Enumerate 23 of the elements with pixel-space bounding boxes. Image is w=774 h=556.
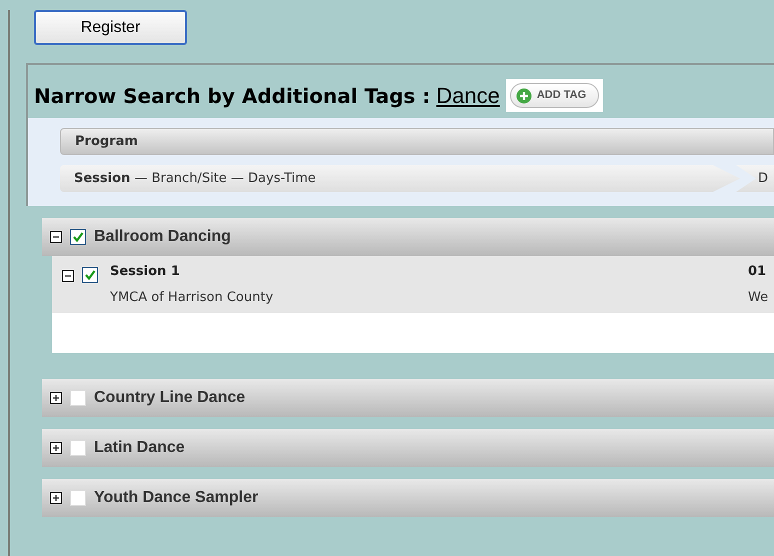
program-name: Ballroom Dancing [94, 227, 231, 247]
expand-icon[interactable] [50, 392, 62, 404]
register-button[interactable]: Register [34, 10, 187, 45]
add-tag-button[interactable]: ADD TAG [510, 83, 600, 108]
program-name: Country Line Dance [94, 388, 246, 408]
site-name: YMCA of Harrison County [110, 288, 274, 306]
breadcrumb-text: Session — Branch/Site — Days-Time [74, 170, 316, 188]
breadcrumb-step: D [736, 165, 774, 192]
plus-icon [516, 88, 532, 104]
program-name: Latin Dance [94, 438, 185, 458]
session-name: Session 1 [110, 263, 181, 281]
tag-link[interactable]: Dance [436, 79, 500, 112]
session-cell-text: We [748, 288, 770, 306]
collapse-icon[interactable] [62, 270, 74, 282]
collapse-icon[interactable] [50, 231, 62, 243]
checkbox[interactable] [70, 229, 86, 245]
expand-icon[interactable] [50, 442, 62, 454]
expand-icon[interactable] [50, 492, 62, 504]
breadcrumb-text: Program [75, 132, 138, 151]
session-cell-text: 01 [748, 263, 768, 281]
checkbox[interactable] [82, 267, 98, 283]
program-name: Youth Dance Sampler [94, 488, 258, 508]
heading: Narrow Search by Additional Tags : [34, 82, 430, 110]
